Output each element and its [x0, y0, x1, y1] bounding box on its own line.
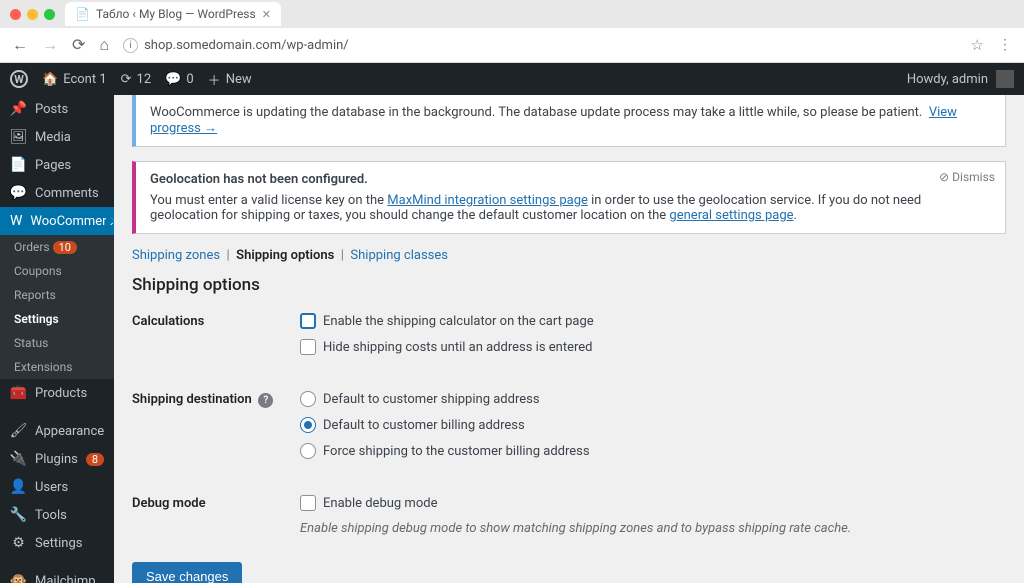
page-icon: 📄 — [10, 157, 27, 173]
wrench-icon: 🔧 — [10, 507, 27, 523]
browser-chrome: 📄 Табло ‹ My Blog — WordPress ✕ ← → ⟳ ⌂ … — [0, 0, 1024, 63]
submenu-reports[interactable]: Reports — [0, 283, 114, 307]
brush-icon: 🖌 — [10, 423, 27, 439]
help-icon[interactable]: ? — [258, 393, 273, 408]
avatar[interactable] — [996, 70, 1014, 88]
label-destination: Shipping destination ? — [132, 391, 300, 408]
notice-geolocation: ⊘Dismiss Geolocation has not been config… — [132, 161, 1006, 234]
sidebar-item-appearance[interactable]: 🖌Appearance — [0, 417, 114, 445]
adminbar-site[interactable]: 🏠 Econt 1 — [42, 72, 107, 87]
tab-shipping-options[interactable]: Shipping options — [236, 248, 334, 263]
sidebar-item-posts[interactable]: 📌Posts — [0, 95, 114, 123]
checkbox-debug[interactable] — [300, 495, 316, 511]
tab-shipping-classes[interactable]: Shipping classes — [350, 248, 448, 263]
radio-billing-address[interactable] — [300, 417, 316, 433]
submenu-coupons[interactable]: Coupons — [0, 259, 114, 283]
bookmark-icon[interactable]: ☆ — [971, 36, 984, 54]
label-debug: Debug mode — [132, 495, 300, 511]
media-icon: 🖼 — [10, 129, 27, 145]
checkbox-enable-calculator[interactable] — [300, 313, 316, 329]
window-max[interactable] — [44, 9, 55, 20]
titlebar: 📄 Табло ‹ My Blog — WordPress ✕ — [0, 0, 1024, 28]
address-bar[interactable]: i shop.somedomain.com/wp-admin/ — [123, 38, 956, 53]
browser-menu-icon[interactable]: ⋮ — [998, 37, 1012, 53]
page-title: Shipping options — [132, 275, 1006, 295]
sidebar-item-users[interactable]: 👤Users — [0, 473, 114, 501]
nav-reload-icon[interactable]: ⟳ — [72, 37, 85, 53]
browser-tab[interactable]: 📄 Табло ‹ My Blog — WordPress ✕ — [65, 2, 281, 26]
gear-icon: ⚙ — [10, 535, 27, 551]
nav-home-icon[interactable]: ⌂ — [99, 37, 109, 53]
dismiss-button[interactable]: ⊘Dismiss — [939, 170, 995, 184]
sidebar-item-tools[interactable]: 🔧Tools — [0, 501, 114, 529]
sidebar-item-products[interactable]: 🧰Products — [0, 379, 114, 407]
tab-close-icon[interactable]: ✕ — [262, 8, 271, 21]
maxmind-link[interactable]: MaxMind integration settings page — [387, 193, 588, 208]
sidebar-item-comments[interactable]: 💬Comments — [0, 179, 114, 207]
label-calculations: Calculations — [132, 313, 300, 329]
radio-force-billing[interactable] — [300, 443, 316, 459]
site-info-icon[interactable]: i — [123, 38, 138, 53]
sidebar-item-settings[interactable]: ⚙Settings — [0, 529, 114, 557]
adminbar-updates[interactable]: ⟳ 12 — [121, 72, 152, 87]
sidebar-item-woocommerce[interactable]: WWooCommerce — [0, 207, 114, 235]
save-button[interactable]: Save changes — [132, 562, 242, 583]
plug-icon: 🔌 — [10, 451, 27, 467]
general-settings-link[interactable]: general settings page — [669, 208, 793, 223]
sidebar-item-pages[interactable]: 📄Pages — [0, 151, 114, 179]
checkbox-hide-costs[interactable] — [300, 339, 316, 355]
wp-logo-icon[interactable]: W — [10, 70, 28, 88]
sidebar-item-mailchimp[interactable]: 🐵Mailchimp — [0, 567, 114, 583]
debug-description: Enable shipping debug mode to show match… — [300, 521, 1006, 536]
submenu-settings[interactable]: Settings — [0, 307, 114, 331]
submenu-status[interactable]: Status — [0, 331, 114, 355]
close-icon: ⊘ — [939, 170, 949, 184]
tab-shipping-zones[interactable]: Shipping zones — [132, 248, 220, 263]
sidebar-item-media[interactable]: 🖼Media — [0, 123, 114, 151]
adminbar-new[interactable]: ＋ New — [208, 70, 252, 89]
submenu-orders[interactable]: Orders 10 — [0, 235, 114, 259]
tab-title: Табло ‹ My Blog — WordPress — [96, 7, 256, 21]
submenu-extensions[interactable]: Extensions — [0, 355, 114, 379]
user-icon: 👤 — [10, 479, 27, 495]
comment-icon: 💬 — [10, 185, 27, 201]
notice-db-update: WooCommerce is updating the database in … — [132, 95, 1006, 147]
woo-submenu: Orders 10 Coupons Reports Settings Statu… — [0, 235, 114, 379]
adminbar-comments[interactable]: 💬 0 — [165, 72, 194, 87]
row-calculations: Calculations Enable the shipping calcula… — [132, 313, 1006, 365]
notice-title: Geolocation has not been configured. — [150, 172, 368, 187]
row-destination: Shipping destination ? Default to custom… — [132, 391, 1006, 469]
nav-back-icon[interactable]: ← — [12, 37, 28, 53]
content-area: WooCommerce is updating the database in … — [114, 95, 1024, 583]
box-icon: 🧰 — [10, 385, 27, 401]
window-close[interactable] — [10, 9, 21, 20]
nav-forward-icon[interactable]: → — [42, 37, 58, 53]
sidebar-item-plugins[interactable]: 🔌Plugins 8 — [0, 445, 114, 473]
row-debug: Debug mode Enable debug mode Enable ship… — [132, 495, 1006, 536]
url-text: shop.somedomain.com/wp-admin/ — [144, 38, 349, 53]
tab-favicon: 📄 — [75, 7, 90, 21]
browser-navbar: ← → ⟳ ⌂ i shop.somedomain.com/wp-admin/ … — [0, 28, 1024, 62]
shipping-subtabs: Shipping zones | Shipping options | Ship… — [132, 248, 1006, 263]
window-min[interactable] — [27, 9, 38, 20]
admin-sidebar: 📌Posts 🖼Media 📄Pages 💬Comments WWooComme… — [0, 95, 114, 583]
radio-shipping-address[interactable] — [300, 391, 316, 407]
cart-icon: W — [10, 213, 22, 229]
wp-admin-bar: W 🏠 Econt 1 ⟳ 12 💬 0 ＋ New Howdy, admin — [0, 63, 1024, 95]
adminbar-howdy[interactable]: Howdy, admin — [907, 72, 988, 87]
pin-icon: 📌 — [10, 101, 27, 117]
